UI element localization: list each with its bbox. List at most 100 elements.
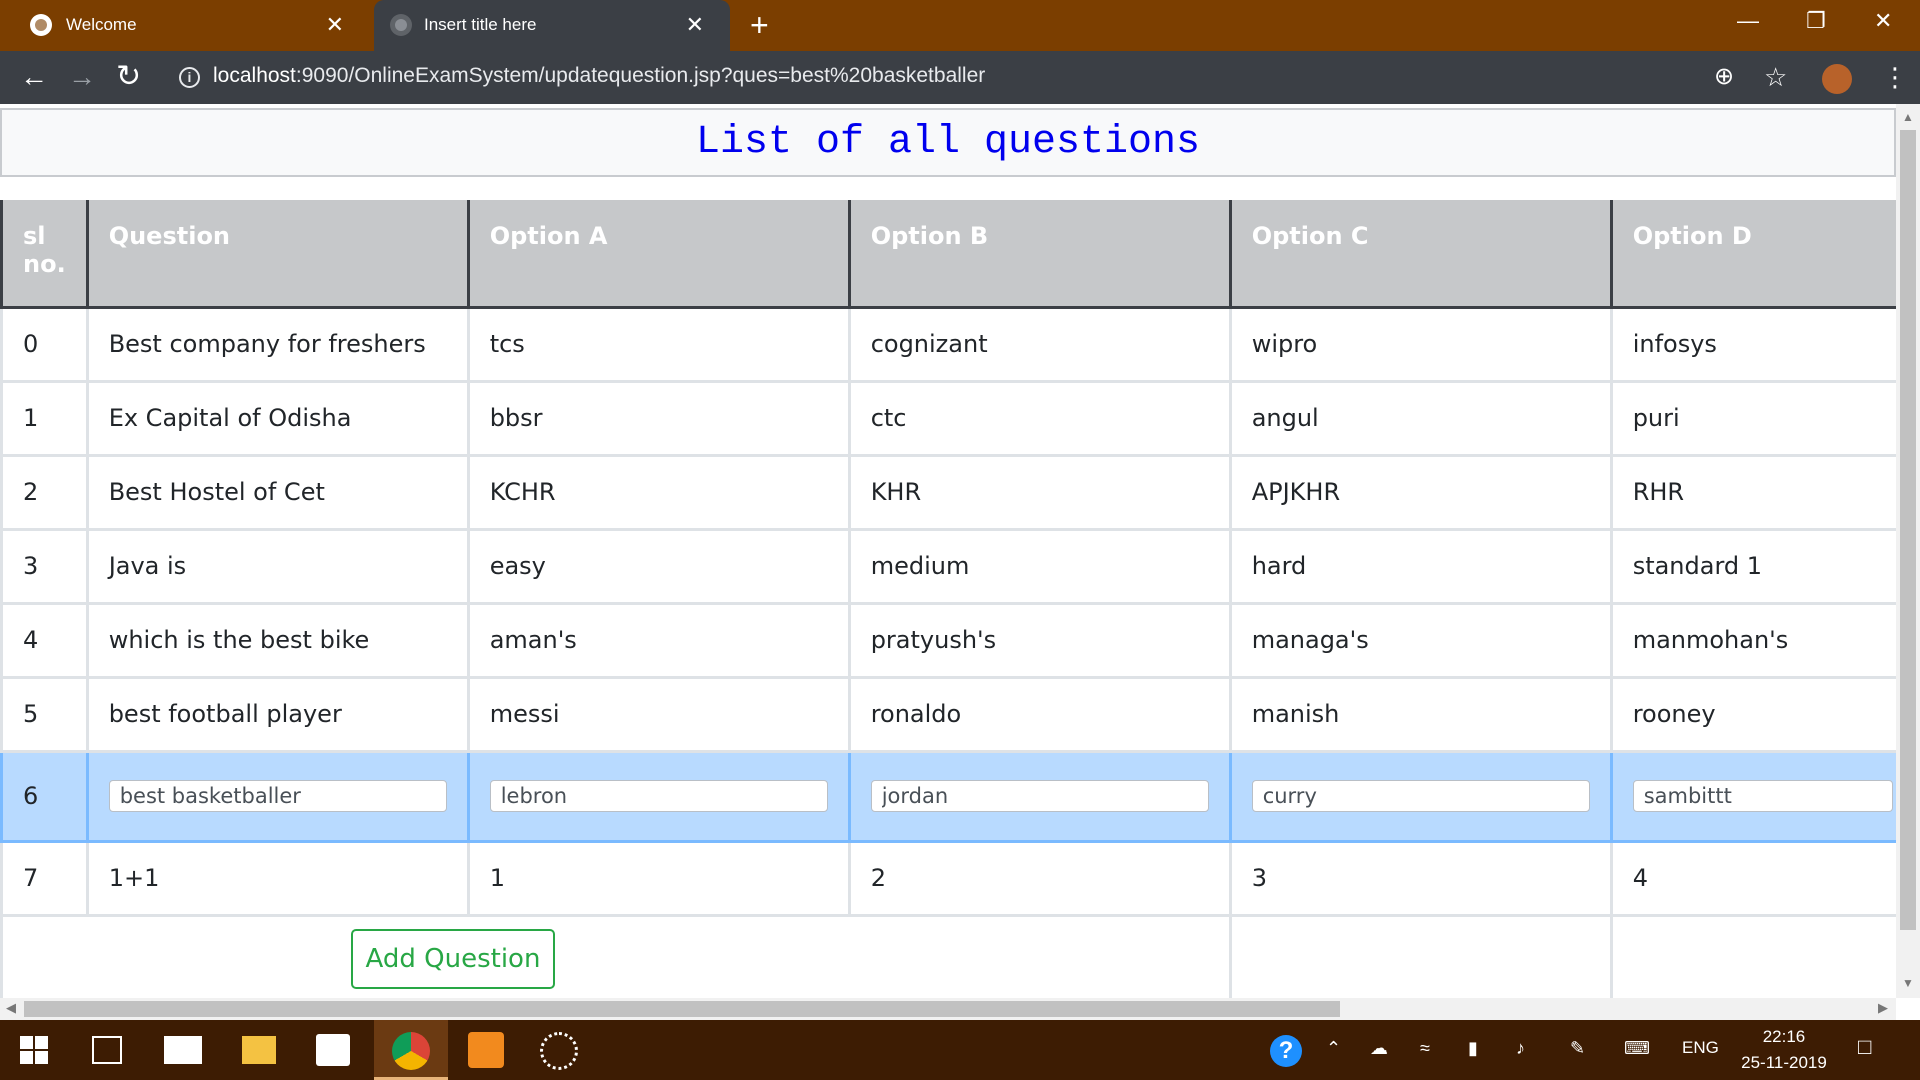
- windows-start-icon[interactable]: [20, 1036, 48, 1064]
- url-path: :9090/OnlineExamSystem/updatequestion.js…: [295, 64, 986, 87]
- scroll-left-icon[interactable]: ◀: [6, 1000, 16, 1016]
- tray-chevron-icon[interactable]: ⌃: [1326, 1038, 1341, 1059]
- settings-gear-icon[interactable]: [540, 1032, 578, 1070]
- clock[interactable]: 22:16 25-11-2019: [1734, 1024, 1834, 1076]
- cell-question: Best company for freshers: [85, 305, 470, 383]
- task-view-icon[interactable]: [92, 1036, 122, 1064]
- cell-question: Best Hostel of Cet: [85, 453, 470, 531]
- onedrive-icon[interactable]: ☁: [1370, 1038, 1388, 1059]
- table-header-row: sl no. Question Option A Option B Option…: [0, 200, 1896, 309]
- option-c-input[interactable]: [1251, 780, 1590, 812]
- table-row[interactable]: 0 Best company for freshers tcs cognizan…: [0, 305, 1896, 383]
- close-icon[interactable]: ✕: [326, 12, 344, 38]
- restore-icon[interactable]: ❐: [1806, 8, 1826, 34]
- cell-option-b: pratyush's: [847, 601, 1232, 679]
- cell-question: [85, 749, 470, 843]
- notifications-icon[interactable]: □: [1858, 1034, 1871, 1060]
- tab-insert-title[interactable]: Insert title here ✕: [374, 0, 730, 51]
- cell-question: Ex Capital of Odisha: [85, 379, 470, 457]
- profile-avatar[interactable]: [1822, 64, 1852, 94]
- keyboard-icon[interactable]: ⌨: [1624, 1038, 1650, 1059]
- option-a-input[interactable]: [489, 780, 828, 812]
- option-d-input[interactable]: [1632, 780, 1893, 812]
- vertical-scrollbar[interactable]: ▲ ▼: [1896, 104, 1920, 998]
- tab-welcome[interactable]: Welcome ✕: [0, 0, 370, 51]
- cell-sl: 6: [0, 749, 89, 843]
- back-icon[interactable]: ←: [20, 61, 48, 93]
- cell-sl: 1: [0, 379, 89, 457]
- cell-option-d: RHR: [1609, 453, 1896, 531]
- footer-row: Add Question: [0, 913, 1896, 998]
- url-host: localhost: [213, 64, 296, 87]
- windows-taskbar: ? ⌃ ☁ ≈ ▮ ♪ ✎ ⌨ ENG 22:16 25-11-2019 □: [0, 1020, 1920, 1080]
- header-question: Question: [85, 200, 470, 309]
- vertical-scroll-thumb[interactable]: [1900, 130, 1916, 930]
- new-tab-button[interactable]: +: [750, 9, 769, 41]
- cell-option-a: KCHR: [466, 453, 851, 531]
- reload-icon[interactable]: ↻: [116, 61, 141, 93]
- table-row[interactable]: 5 best football player messi ronaldo man…: [0, 675, 1896, 753]
- cell-option-a: [466, 749, 851, 843]
- window-close-icon[interactable]: ✕: [1874, 8, 1892, 34]
- cell-option-a: aman's: [466, 601, 851, 679]
- cell-question: Java is: [85, 527, 470, 605]
- forward-icon[interactable]: →: [68, 61, 96, 93]
- cell-option-d: rooney: [1609, 675, 1896, 753]
- cell-option-c: [1228, 749, 1613, 843]
- globe-icon: [390, 14, 412, 36]
- cell-sl: 3: [0, 527, 89, 605]
- battery-icon[interactable]: ▮: [1468, 1038, 1478, 1059]
- cell-option-b: [847, 749, 1232, 843]
- horizontal-scroll-thumb[interactable]: [24, 1001, 1340, 1017]
- option-b-input[interactable]: [870, 780, 1209, 812]
- cell-option-d: [1609, 749, 1896, 843]
- header-option-c: Option C: [1228, 200, 1613, 309]
- help-icon[interactable]: ?: [1270, 1035, 1302, 1067]
- header-sl-no: sl no.: [0, 200, 89, 309]
- mail-icon[interactable]: [164, 1036, 202, 1064]
- wifi-icon[interactable]: ≈: [1420, 1038, 1430, 1059]
- scroll-up-icon[interactable]: ▲: [1902, 110, 1914, 124]
- store-icon[interactable]: [316, 1034, 350, 1066]
- header-option-a: Option A: [466, 200, 851, 309]
- cell-sl: 2: [0, 453, 89, 531]
- edit-row[interactable]: 6: [0, 749, 1896, 843]
- questions-table: sl no. Question Option A Option B Option…: [0, 200, 1896, 998]
- cell-question: best football player: [85, 675, 470, 753]
- page-title: List of all questions: [695, 120, 1201, 165]
- cell-sl: 0: [0, 305, 89, 383]
- add-question-button[interactable]: Add Question: [351, 928, 555, 989]
- table-row[interactable]: 4 which is the best bike aman's pratyush…: [0, 601, 1896, 679]
- info-icon[interactable]: i: [179, 67, 200, 88]
- clock-date: 25-11-2019: [1741, 1053, 1827, 1072]
- close-icon[interactable]: ✕: [686, 12, 704, 38]
- cell-option-b: KHR: [847, 453, 1232, 531]
- add-button-cell: Add Question: [0, 913, 1232, 998]
- cell-option-b: cognizant: [847, 305, 1232, 383]
- menu-icon[interactable]: ⋮: [1882, 61, 1908, 93]
- cell-option-d: standard 1: [1609, 527, 1896, 605]
- horizontal-scrollbar[interactable]: ◀ ▶: [0, 998, 1896, 1020]
- scroll-right-icon[interactable]: ▶: [1878, 1000, 1888, 1016]
- table-row[interactable]: 3 Java is easy medium hard standard 1: [0, 527, 1896, 605]
- pen-icon[interactable]: ✎: [1570, 1038, 1585, 1059]
- cell-option-c: angul: [1228, 379, 1613, 457]
- cell-option-a: bbsr: [466, 379, 851, 457]
- cell-option-d: puri: [1609, 379, 1896, 457]
- file-explorer-icon[interactable]: [242, 1036, 276, 1064]
- table-row[interactable]: 2 Best Hostel of Cet KCHR KHR APJKHR RHR: [0, 453, 1896, 531]
- cell-option-c: managa's: [1228, 601, 1613, 679]
- cell-option-b: ronaldo: [847, 675, 1232, 753]
- question-input[interactable]: [108, 780, 447, 812]
- cell-option-c: manish: [1228, 675, 1613, 753]
- sublime-text-icon[interactable]: [468, 1032, 504, 1068]
- table-row[interactable]: 7 1+1 1 2 3 4: [0, 839, 1896, 917]
- table-row[interactable]: 1 Ex Capital of Odisha bbsr ctc angul pu…: [0, 379, 1896, 457]
- language-indicator[interactable]: ENG: [1682, 1038, 1719, 1058]
- scroll-down-icon[interactable]: ▼: [1902, 976, 1914, 990]
- cell-option-a: messi: [466, 675, 851, 753]
- volume-icon[interactable]: ♪: [1516, 1038, 1525, 1059]
- url-text[interactable]: localhost:9090/OnlineExamSystem/updatequ…: [213, 64, 985, 88]
- chrome-icon[interactable]: [392, 1032, 430, 1070]
- minimize-icon[interactable]: —: [1737, 8, 1759, 34]
